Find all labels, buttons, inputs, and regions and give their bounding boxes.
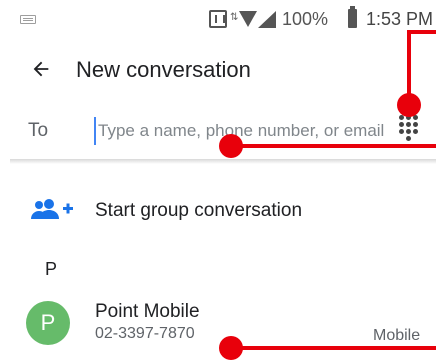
avatar-letter: P [40,310,56,335]
annotation-marker [219,336,243,360]
annotation-line [231,346,436,350]
annotation-marker [219,134,243,158]
clock: 1:53 PM [366,9,434,29]
annotation-line [231,144,436,148]
contact-number-type: Mobile [373,327,421,344]
arrow-back-icon[interactable] [30,58,52,80]
battery-percentage: 100% [282,9,329,29]
signal-icon [258,11,276,28]
page-title: New conversation [76,57,251,82]
to-label: To [28,120,49,141]
divider [10,159,436,164]
annotation-marker [397,93,421,117]
start-group-conversation-row[interactable]: Start group conversation [0,186,436,234]
wifi-icon [239,11,257,27]
dialpad-icon[interactable] [397,113,421,143]
nfc-icon [209,10,227,28]
annotation-line [407,30,436,34]
contacts-section-header: P [45,259,58,279]
contact-list-item[interactable]: P Point Mobile 02-3397-7870 Mobile [0,292,436,354]
battery-icon [348,6,357,28]
contact-name: Point Mobile [95,301,200,322]
contact-number: 02-3397-7870 [95,325,195,342]
keyboard-icon [20,15,36,24]
avatar: P [26,301,70,345]
data-arrows-icon: ⇅ [230,12,239,23]
group-add-icon [31,199,73,219]
start-group-conversation-label: Start group conversation [95,200,303,221]
status-bar: ⇅ 100% 1:53 PM [0,0,436,40]
